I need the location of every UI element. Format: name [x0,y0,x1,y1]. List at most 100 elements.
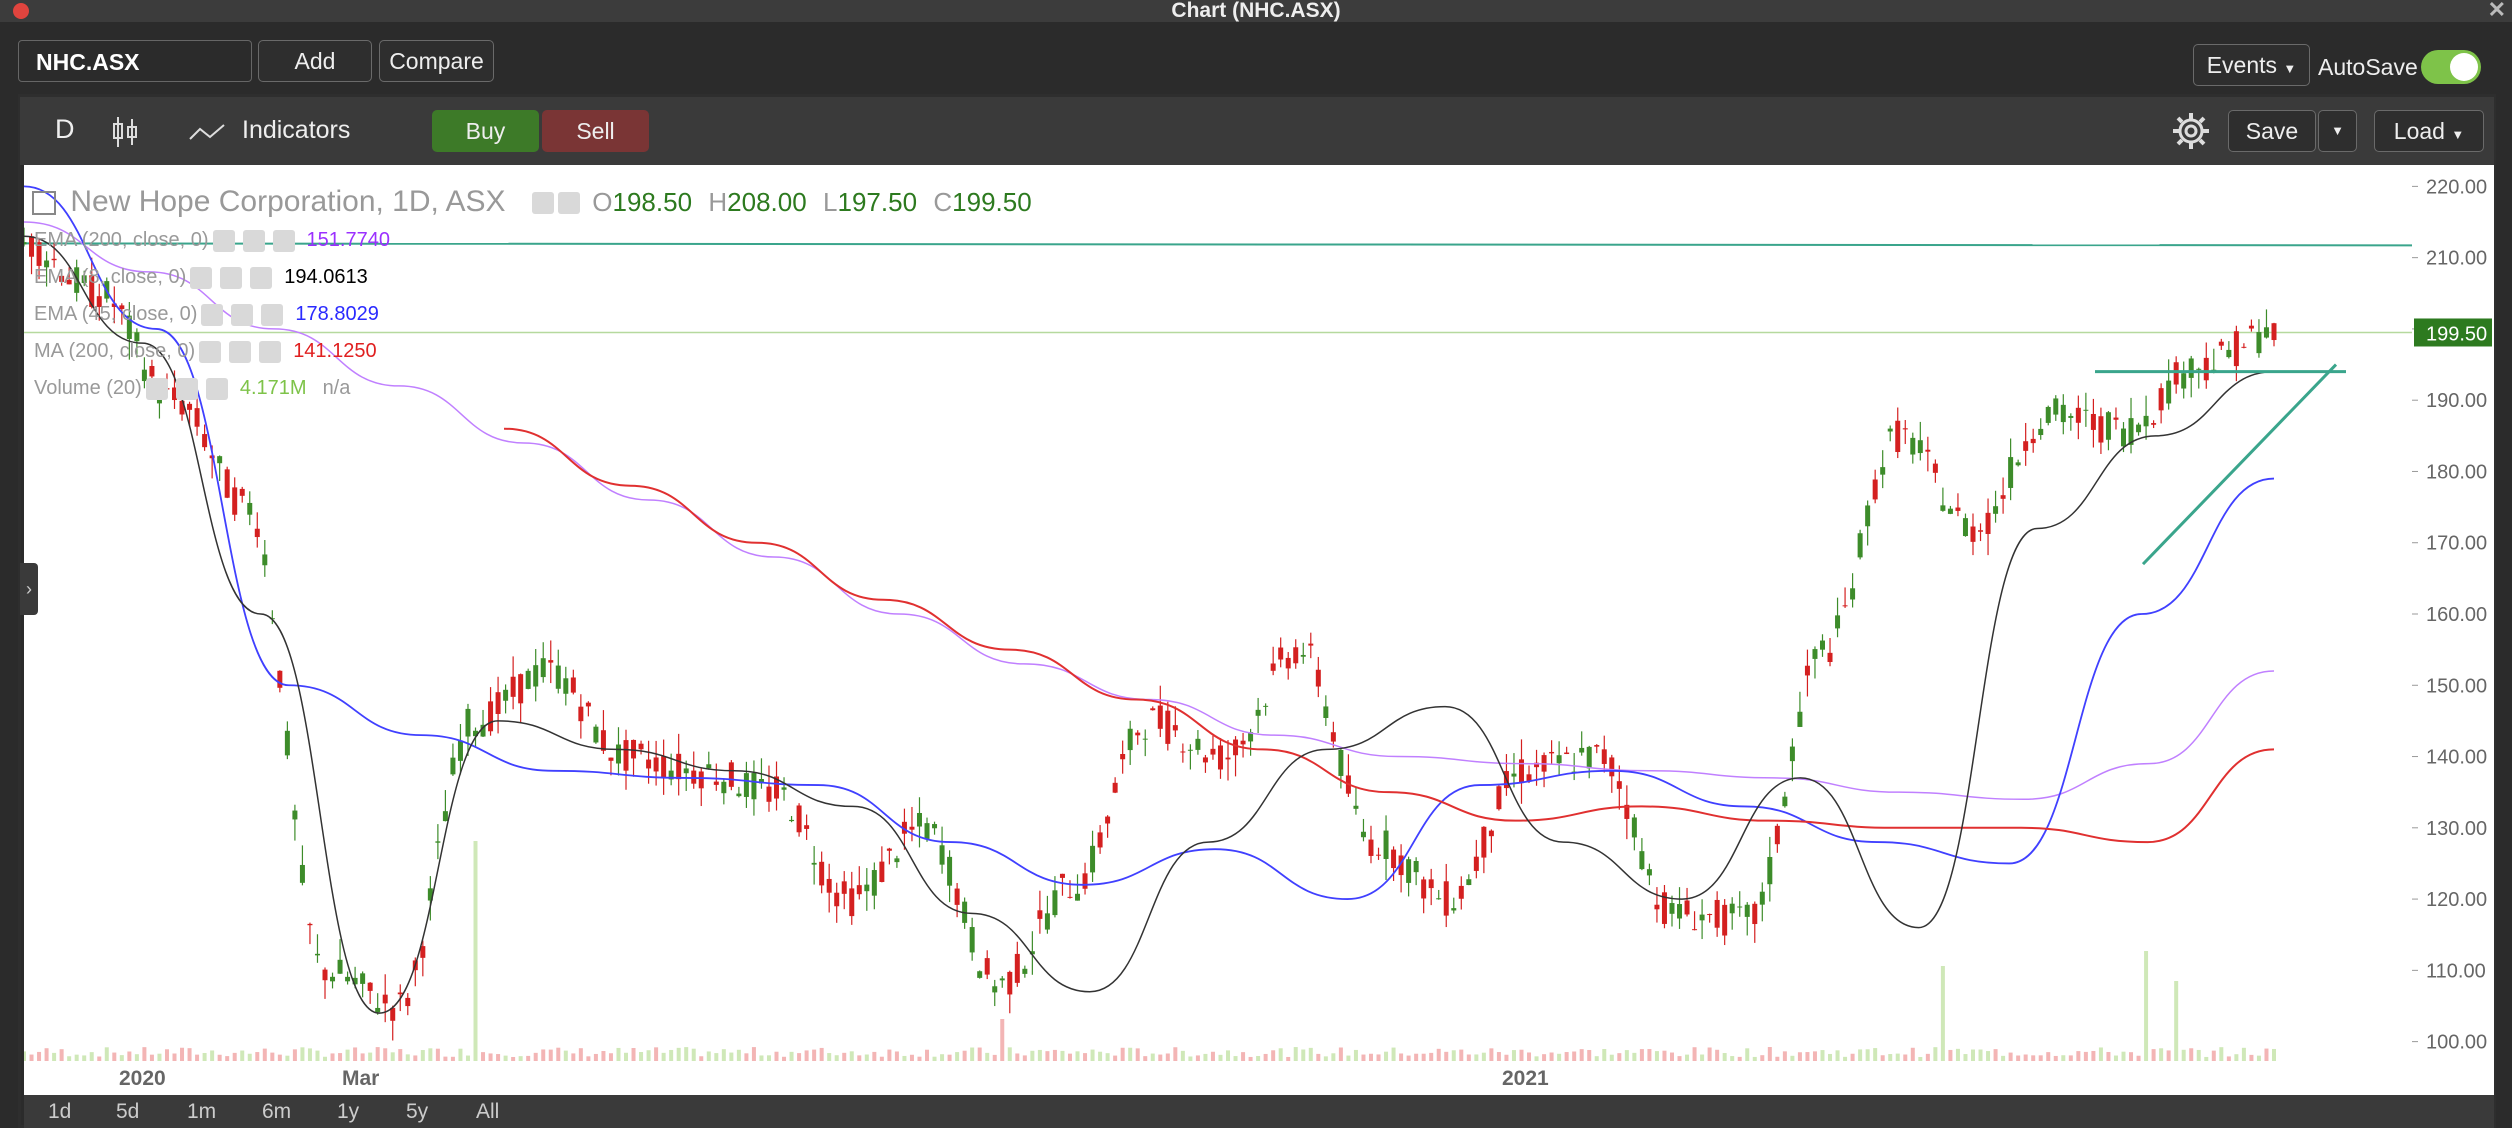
range-all[interactable]: All [476,1100,499,1124]
volume-bar [1278,1048,1283,1061]
volume-bar [67,1056,72,1061]
candle-body [1767,856,1773,885]
collapse-icon[interactable] [32,191,56,216]
remove-icon[interactable] [272,229,295,252]
price-tick-label: 130.00 [2426,818,2487,840]
volume-bar [1865,1049,1870,1061]
interval-button[interactable]: D [55,114,75,145]
close-icon[interactable]: ✕ [2488,0,2506,21]
candle-body [1895,420,1901,453]
volume-bar [360,1053,365,1061]
add-button[interactable]: Add [258,40,372,82]
remove-icon[interactable] [205,377,228,400]
remove-icon[interactable] [250,266,273,289]
volume-bar [1737,1056,1742,1061]
candle-body [1451,908,1457,911]
candle-body [420,946,426,958]
eye-icon[interactable] [201,303,224,326]
range-5y[interactable]: 5y [406,1100,428,1124]
events-dropdown[interactable]: Events ▼ [2193,44,2310,86]
candle-body [1759,891,1765,905]
volume-bar [1481,1052,1486,1061]
chart-plot-area[interactable] [21,165,2413,1063]
volume-bar [1933,1047,1938,1061]
candle-body [284,730,290,756]
volume-bar [2001,1055,2006,1061]
candle-body [337,959,343,974]
candle-body [1729,903,1735,914]
chevron-down-icon: ▼ [2283,61,2297,76]
volume-bar [435,1048,440,1061]
candle-body [390,1007,396,1021]
eye-icon[interactable] [212,229,235,252]
candle-body [1737,906,1743,908]
price-axis[interactable]: 220.00210.00200.00190.00180.00170.00160.… [2412,165,2494,1063]
gear-icon[interactable] [220,266,243,289]
gear-icon[interactable] [229,340,252,363]
eye-icon[interactable] [190,266,213,289]
volume-bar [1346,1055,1351,1061]
candle-body [2053,398,2059,415]
compare-button[interactable]: Compare [379,40,494,82]
volume-bar [2272,1048,2276,1061]
candle-body [1059,873,1065,878]
volume-bar [74,1054,79,1061]
range-1m[interactable]: 1m [187,1100,216,1124]
gear-icon[interactable] [242,229,265,252]
volume-bar [330,1053,335,1061]
sell-button[interactable]: Sell [542,110,649,152]
volume-bar [970,1047,975,1061]
candle-body [2075,407,2081,423]
gear-icon[interactable] [231,303,254,326]
range-1d[interactable]: 1d [48,1100,71,1124]
buy-button[interactable]: Buy [432,110,539,152]
autosave-toggle[interactable] [2421,50,2481,84]
gear-icon[interactable] [557,192,580,215]
candle-body [1932,463,1938,473]
candle-body [1323,706,1329,718]
indicators-button[interactable]: Indicators [242,116,350,145]
candle-body [1902,428,1908,430]
save-button[interactable]: Save [2228,110,2316,152]
volume-bar [59,1049,64,1061]
eye-icon[interactable] [199,340,222,363]
candle-body [1646,869,1652,876]
price-chart[interactable] [21,165,2413,1063]
eye-icon[interactable] [145,377,168,400]
time-axis[interactable]: 2020 Mar 2021 [24,1063,2494,1095]
close-window-button[interactable] [13,3,29,19]
candle-body [2173,362,2179,385]
candle-body [804,825,810,829]
save-options-chevron-down-icon[interactable]: ▼ [2318,110,2357,152]
volume-bar [706,1051,711,1061]
candle-body [826,878,832,893]
volume-bar [548,1049,553,1061]
remove-icon[interactable] [259,340,282,363]
eye-icon[interactable] [531,192,554,215]
study-legend-row: EMA (8, close, 0) 194.0613 [34,266,368,289]
volume-bar [368,1052,373,1061]
volume-bar [1955,1048,1960,1061]
candlestick-icon[interactable] [110,115,140,149]
volume-bar [1534,1056,1539,1061]
gear-icon[interactable] [2171,111,2211,151]
range-6m[interactable]: 6m [262,1100,291,1124]
range-5d[interactable]: 5d [116,1100,139,1124]
gear-icon[interactable] [175,377,198,400]
symbol-input[interactable]: NHC.ASX [18,40,252,82]
indicators-icon[interactable] [188,121,226,143]
remove-icon[interactable] [261,303,284,326]
volume-bar [1263,1053,1268,1061]
window-titlebar: Chart (NHC.ASX) ✕ [0,0,2512,22]
side-panel-handle[interactable]: › [20,563,38,615]
candle-body [1872,479,1878,500]
candle-body [1120,754,1126,760]
range-1y[interactable]: 1y [337,1100,359,1124]
candle-body [1255,709,1261,716]
candle-body [766,786,772,802]
load-dropdown[interactable]: Load ▼ [2374,110,2484,152]
candle-body [585,702,591,707]
volume-bar [1828,1053,1833,1061]
candle-body [698,771,704,789]
volume-bar [631,1048,636,1061]
